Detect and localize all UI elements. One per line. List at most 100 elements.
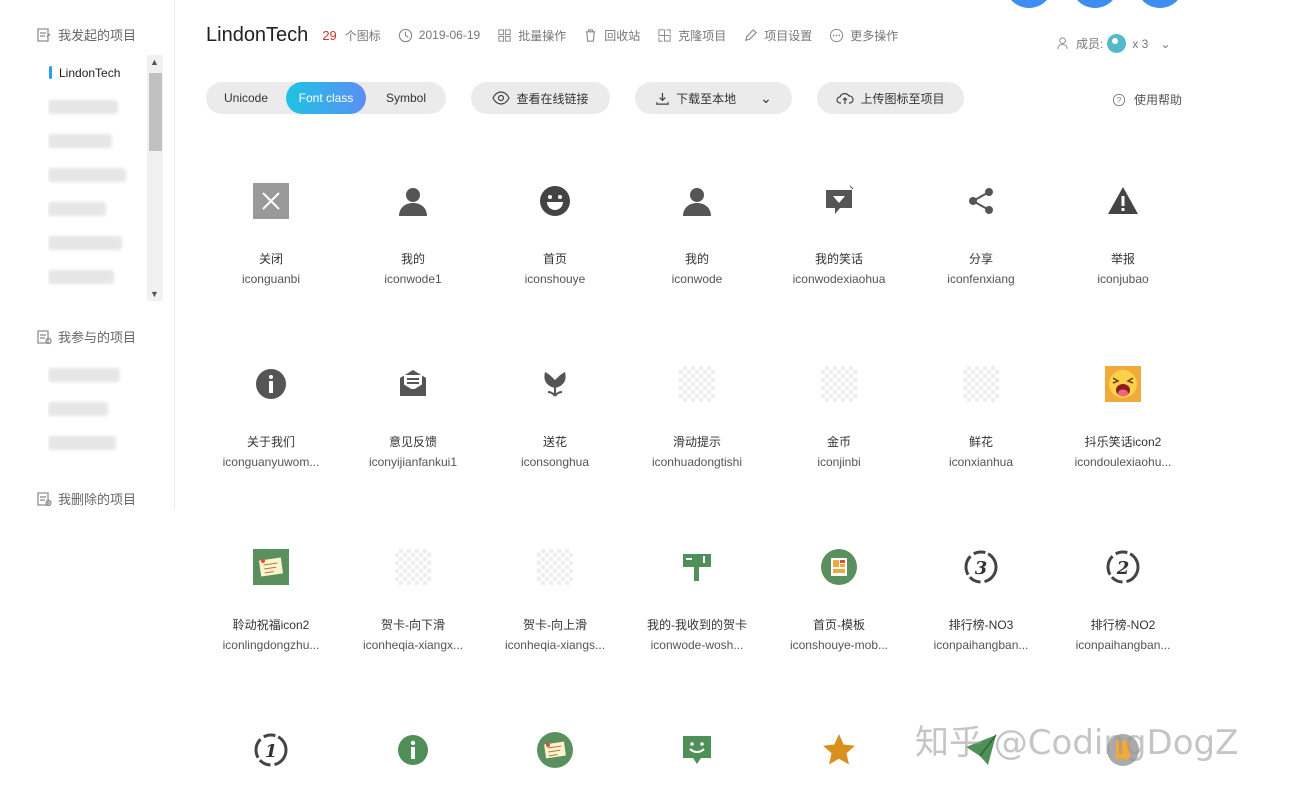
sidebar-section-label: 我参与的项目 [58, 330, 137, 345]
star-icon [817, 728, 861, 772]
icon-name: 贺卡-向上滑 [523, 618, 587, 632]
icon-tile[interactable]: 我的 iconwode1 [342, 170, 484, 286]
flower-icon [533, 362, 577, 406]
icon-class-code: iconyijianfankui1 [368, 455, 458, 469]
icon-tile[interactable]: 聆动祝福icon2 iconlingdongzhu... [200, 536, 342, 652]
icon-name: 意见反馈 [388, 435, 437, 449]
svg-text:?: ? [1117, 96, 1122, 105]
mailbox-icon [675, 545, 719, 589]
sidebar-scrollbar[interactable]: ▲ ▼ [147, 55, 163, 301]
scroll-up-icon[interactable]: ▲ [150, 57, 159, 67]
decor-circle [1071, 0, 1119, 8]
icon-tile[interactable]: 2 排行榜-NO2 iconpaihangban... [1052, 536, 1194, 652]
project-settings-button[interactable]: 项目设置 [743, 27, 812, 44]
icon-tile[interactable]: 首页 iconshouye [484, 170, 626, 286]
tab-unicode[interactable]: Unicode [206, 82, 286, 114]
chevron-down-icon: ⌄ [760, 89, 772, 106]
icon-tile[interactable]: 抖乐笑话icon2 icondoulexiaohu... [1052, 353, 1194, 469]
sidebar-item-blurred[interactable] [48, 158, 148, 192]
project-deleted-icon [37, 491, 52, 506]
icon-tile[interactable] [626, 719, 768, 795]
icon-name: 首页 [542, 252, 567, 266]
sidebar-item-blurred[interactable] [48, 124, 148, 158]
sidebar-item-blurred[interactable] [48, 260, 148, 294]
icon-class-code: iconjubao [1097, 272, 1149, 286]
members-icon [1057, 37, 1068, 50]
icon-tile[interactable]: 分享 iconfenxiang [910, 170, 1052, 286]
clock-icon [398, 28, 412, 42]
icon-class-code: iconheqia-xiangs... [504, 638, 606, 652]
info-green-icon [391, 728, 435, 772]
sidebar-section-deleted[interactable]: 我删除的项目 [36, 489, 136, 508]
tab-symbol[interactable]: Symbol [366, 82, 446, 114]
icon-class-code: iconwode [671, 272, 723, 286]
project-header: LindonTech 29 个图标 2019-06-19 批量操作 回收站 克隆… [206, 22, 915, 48]
sidebar-item-blurred[interactable] [48, 426, 148, 460]
icon-tile[interactable]: 贺卡-向下滑 iconheqia-xiangx... [342, 536, 484, 652]
icon-tile[interactable]: 3 排行榜-NO3 iconpaihangban... [910, 536, 1052, 652]
icon-tile[interactable]: 贺卡-向上滑 iconheqia-xiangs... [484, 536, 626, 652]
upload-icons-button[interactable]: 上传图标至项目 [817, 82, 964, 114]
sidebar-item-blurred[interactable] [48, 392, 148, 426]
view-online-link-button[interactable]: 查看在线链接 [471, 82, 610, 114]
icon-tile[interactable]: 滑动提示 iconhuadongtishi [626, 353, 768, 469]
members-dropdown[interactable]: 成员: x 3 ⌄ [1056, 34, 1170, 53]
icon-name: 送花 [542, 435, 567, 449]
icon-class-code: iconguanyuwom... [222, 455, 320, 469]
icon-tile[interactable]: 我的笑话 iconwodexiaohua [768, 170, 910, 286]
batch-ops-button[interactable]: 批量操作 [497, 27, 566, 44]
sidebar-item-lindontech[interactable]: LindonTech [48, 56, 148, 90]
help-link[interactable]: ? 使用帮助 [1112, 91, 1182, 108]
project-doc-icon [37, 27, 51, 42]
icon-class-code: iconjinbi [817, 455, 861, 469]
rank-1-icon: 1 [249, 728, 293, 772]
members-label: 成员: [1076, 37, 1104, 51]
icon-tile[interactable]: 我的-我收到的贺卡 iconwode-wosh... [626, 536, 768, 652]
icon-tile[interactable] [484, 719, 626, 795]
icon-class-code: iconheqia-xiangx... [362, 638, 464, 652]
sidebar-section-created[interactable]: 我发起的项目 [36, 25, 136, 44]
grid-icon [498, 28, 511, 42]
cloud-upload-icon [836, 93, 855, 104]
icon-tile[interactable] [768, 719, 910, 795]
smile-icon [533, 179, 577, 223]
recycle-bin-button[interactable]: 回收站 [583, 27, 640, 44]
icon-tile[interactable]: 关于我们 iconguanyuwom... [200, 353, 342, 469]
tab-font-class[interactable]: Font class [286, 82, 366, 114]
created-project-list: LindonTech [48, 56, 148, 294]
icon-tile[interactable] [342, 719, 484, 795]
joined-project-list [48, 358, 148, 460]
scroll-down-icon[interactable]: ▼ [150, 289, 159, 299]
sidebar-section-joined[interactable]: 我参与的项目 [36, 327, 136, 346]
laugh-face-icon [1101, 362, 1145, 406]
icon-tile[interactable]: 首页-模板 iconshouye-mob... [768, 536, 910, 652]
sidebar-item-blurred[interactable] [48, 192, 148, 226]
icon-tile[interactable]: 金币 iconjinbi [768, 353, 910, 469]
members-count: x 3 [1132, 36, 1149, 51]
more-ops-button[interactable]: 更多操作 [829, 27, 898, 44]
icon-tile[interactable]: 举报 iconjubao [1052, 170, 1194, 286]
sidebar-section-label: 我发起的项目 [58, 28, 137, 43]
icon-tile[interactable]: 鲜花 iconxianhua [910, 353, 1052, 469]
icon-tile[interactable]: 我的 iconwode [626, 170, 768, 286]
icon-tile[interactable]: 意见反馈 iconyijianfankui1 [342, 353, 484, 469]
project-doc-icon [37, 329, 52, 344]
scrollbar-thumb[interactable] [149, 73, 162, 151]
icon-class-code: iconsonghua [520, 455, 590, 469]
icon-tile[interactable]: 送花 iconsonghua [484, 353, 626, 469]
svg-text:1: 1 [265, 741, 278, 762]
icon-class-code: iconpaihangban... [933, 638, 1029, 652]
sidebar-item-blurred[interactable] [48, 226, 148, 260]
clone-project-button[interactable]: 克隆项目 [657, 27, 726, 44]
icon-tile[interactable]: 1 [200, 719, 342, 795]
icon-name: 抖乐笑话icon2 [1084, 435, 1162, 449]
feedback-icon [391, 362, 435, 406]
transparent-icon [959, 362, 1003, 406]
icon-name: 关于我们 [246, 435, 295, 449]
download-local-button[interactable]: 下载至本地 ⌄ [635, 82, 792, 114]
sidebar: 我发起的项目 LindonTech ▲ ▼ 我参与的项目 我删除的项目 [0, 0, 175, 510]
sidebar-item-blurred[interactable] [48, 90, 148, 124]
sidebar-item-blurred[interactable] [48, 358, 148, 392]
icon-tile[interactable]: 关闭 iconguanbi [200, 170, 342, 286]
watermark: 知乎 @CodingDogZ [915, 723, 1239, 763]
